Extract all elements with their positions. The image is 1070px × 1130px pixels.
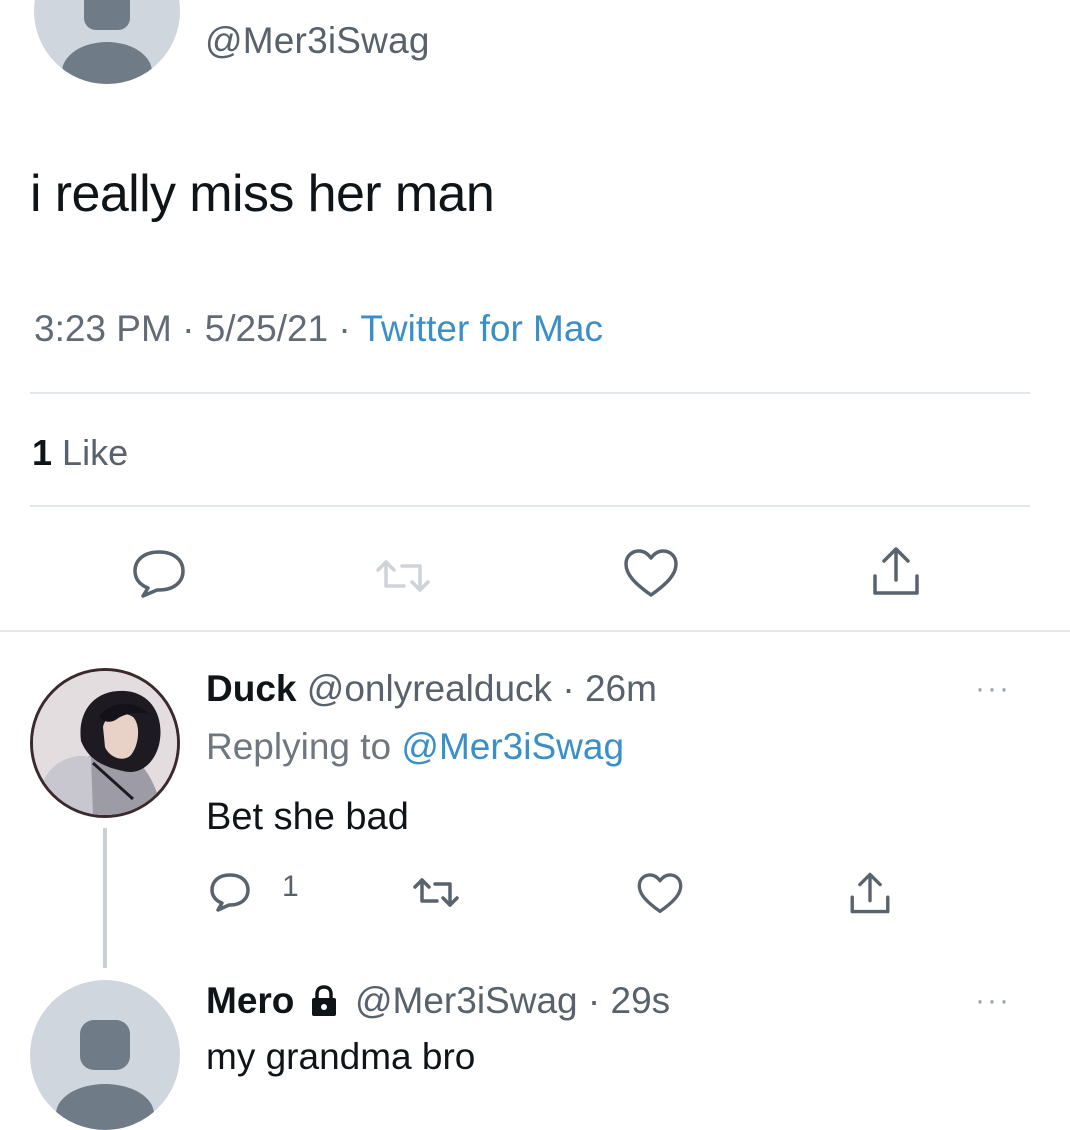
retweet-icon[interactable]: [374, 556, 432, 596]
reply-count: 1: [282, 870, 299, 903]
author-handle[interactable]: @Mer3iSwag: [205, 20, 430, 62]
next-author-avatar[interactable]: [30, 980, 180, 1130]
avatar-body-shape: [62, 42, 152, 84]
speech-bubble-icon[interactable]: [208, 872, 252, 912]
thread-connector-line: [103, 828, 107, 968]
lock-icon: [311, 985, 336, 1016]
retweet-icon[interactable]: [412, 876, 460, 910]
anime-character-avatar-image: [33, 671, 177, 815]
reply-text: Bet she bad: [206, 796, 409, 838]
next-author-name[interactable]: Mero: [206, 980, 294, 1021]
next-tweet-text: my grandma bro: [206, 1036, 476, 1077]
avatar-body-shape: [56, 1084, 154, 1130]
like-label: Like: [62, 432, 129, 473]
heart-icon[interactable]: [622, 548, 680, 600]
replying-to-label: Replying to: [206, 726, 392, 767]
more-options-icon[interactable]: ···: [975, 672, 1011, 706]
share-icon[interactable]: [848, 870, 892, 916]
next-tweet-header: Mero @Mer3iSwag · 29s: [206, 980, 670, 1022]
meta-separator: ·: [182, 308, 205, 349]
reply-author-handle[interactable]: @onlyrealduck: [307, 668, 552, 709]
divider: [30, 505, 1030, 507]
tweet-metadata: 3:23 PM · 5/25/21 · Twitter for Mac: [34, 308, 603, 350]
reply-age[interactable]: 26m: [585, 668, 657, 709]
tweet-text: i really miss her man: [30, 165, 495, 223]
reply-author-avatar[interactable]: [30, 668, 180, 818]
speech-bubble-icon[interactable]: [130, 548, 188, 598]
next-tweet-age[interactable]: 29s: [611, 980, 671, 1021]
heart-icon[interactable]: [636, 872, 684, 916]
more-options-icon[interactable]: ···: [975, 984, 1011, 1018]
next-author-handle[interactable]: @Mer3iSwag: [355, 980, 578, 1021]
avatar-head-shape: [80, 1020, 130, 1070]
likes-stat[interactable]: 1 Like: [32, 432, 128, 474]
divider: [0, 630, 1070, 632]
reply-header: Duck @onlyrealduck · 26m: [206, 668, 657, 710]
replying-to-line: Replying to @Mer3iSwag: [206, 726, 624, 768]
reply-author-name[interactable]: Duck: [206, 668, 296, 709]
tweet-time[interactable]: 3:23 PM: [34, 308, 172, 349]
meta-separator: ·: [338, 308, 361, 349]
meta-separator: ·: [577, 980, 611, 1021]
replying-to-mention[interactable]: @Mer3iSwag: [401, 726, 624, 767]
avatar-head-shape: [84, 0, 130, 30]
divider: [30, 392, 1030, 394]
like-count: 1: [32, 432, 53, 473]
tweet-date[interactable]: 5/25/21: [205, 308, 328, 349]
author-avatar[interactable]: [34, 0, 180, 84]
share-icon[interactable]: [870, 544, 922, 598]
meta-separator: ·: [552, 668, 585, 709]
tweet-source[interactable]: Twitter for Mac: [360, 308, 603, 349]
